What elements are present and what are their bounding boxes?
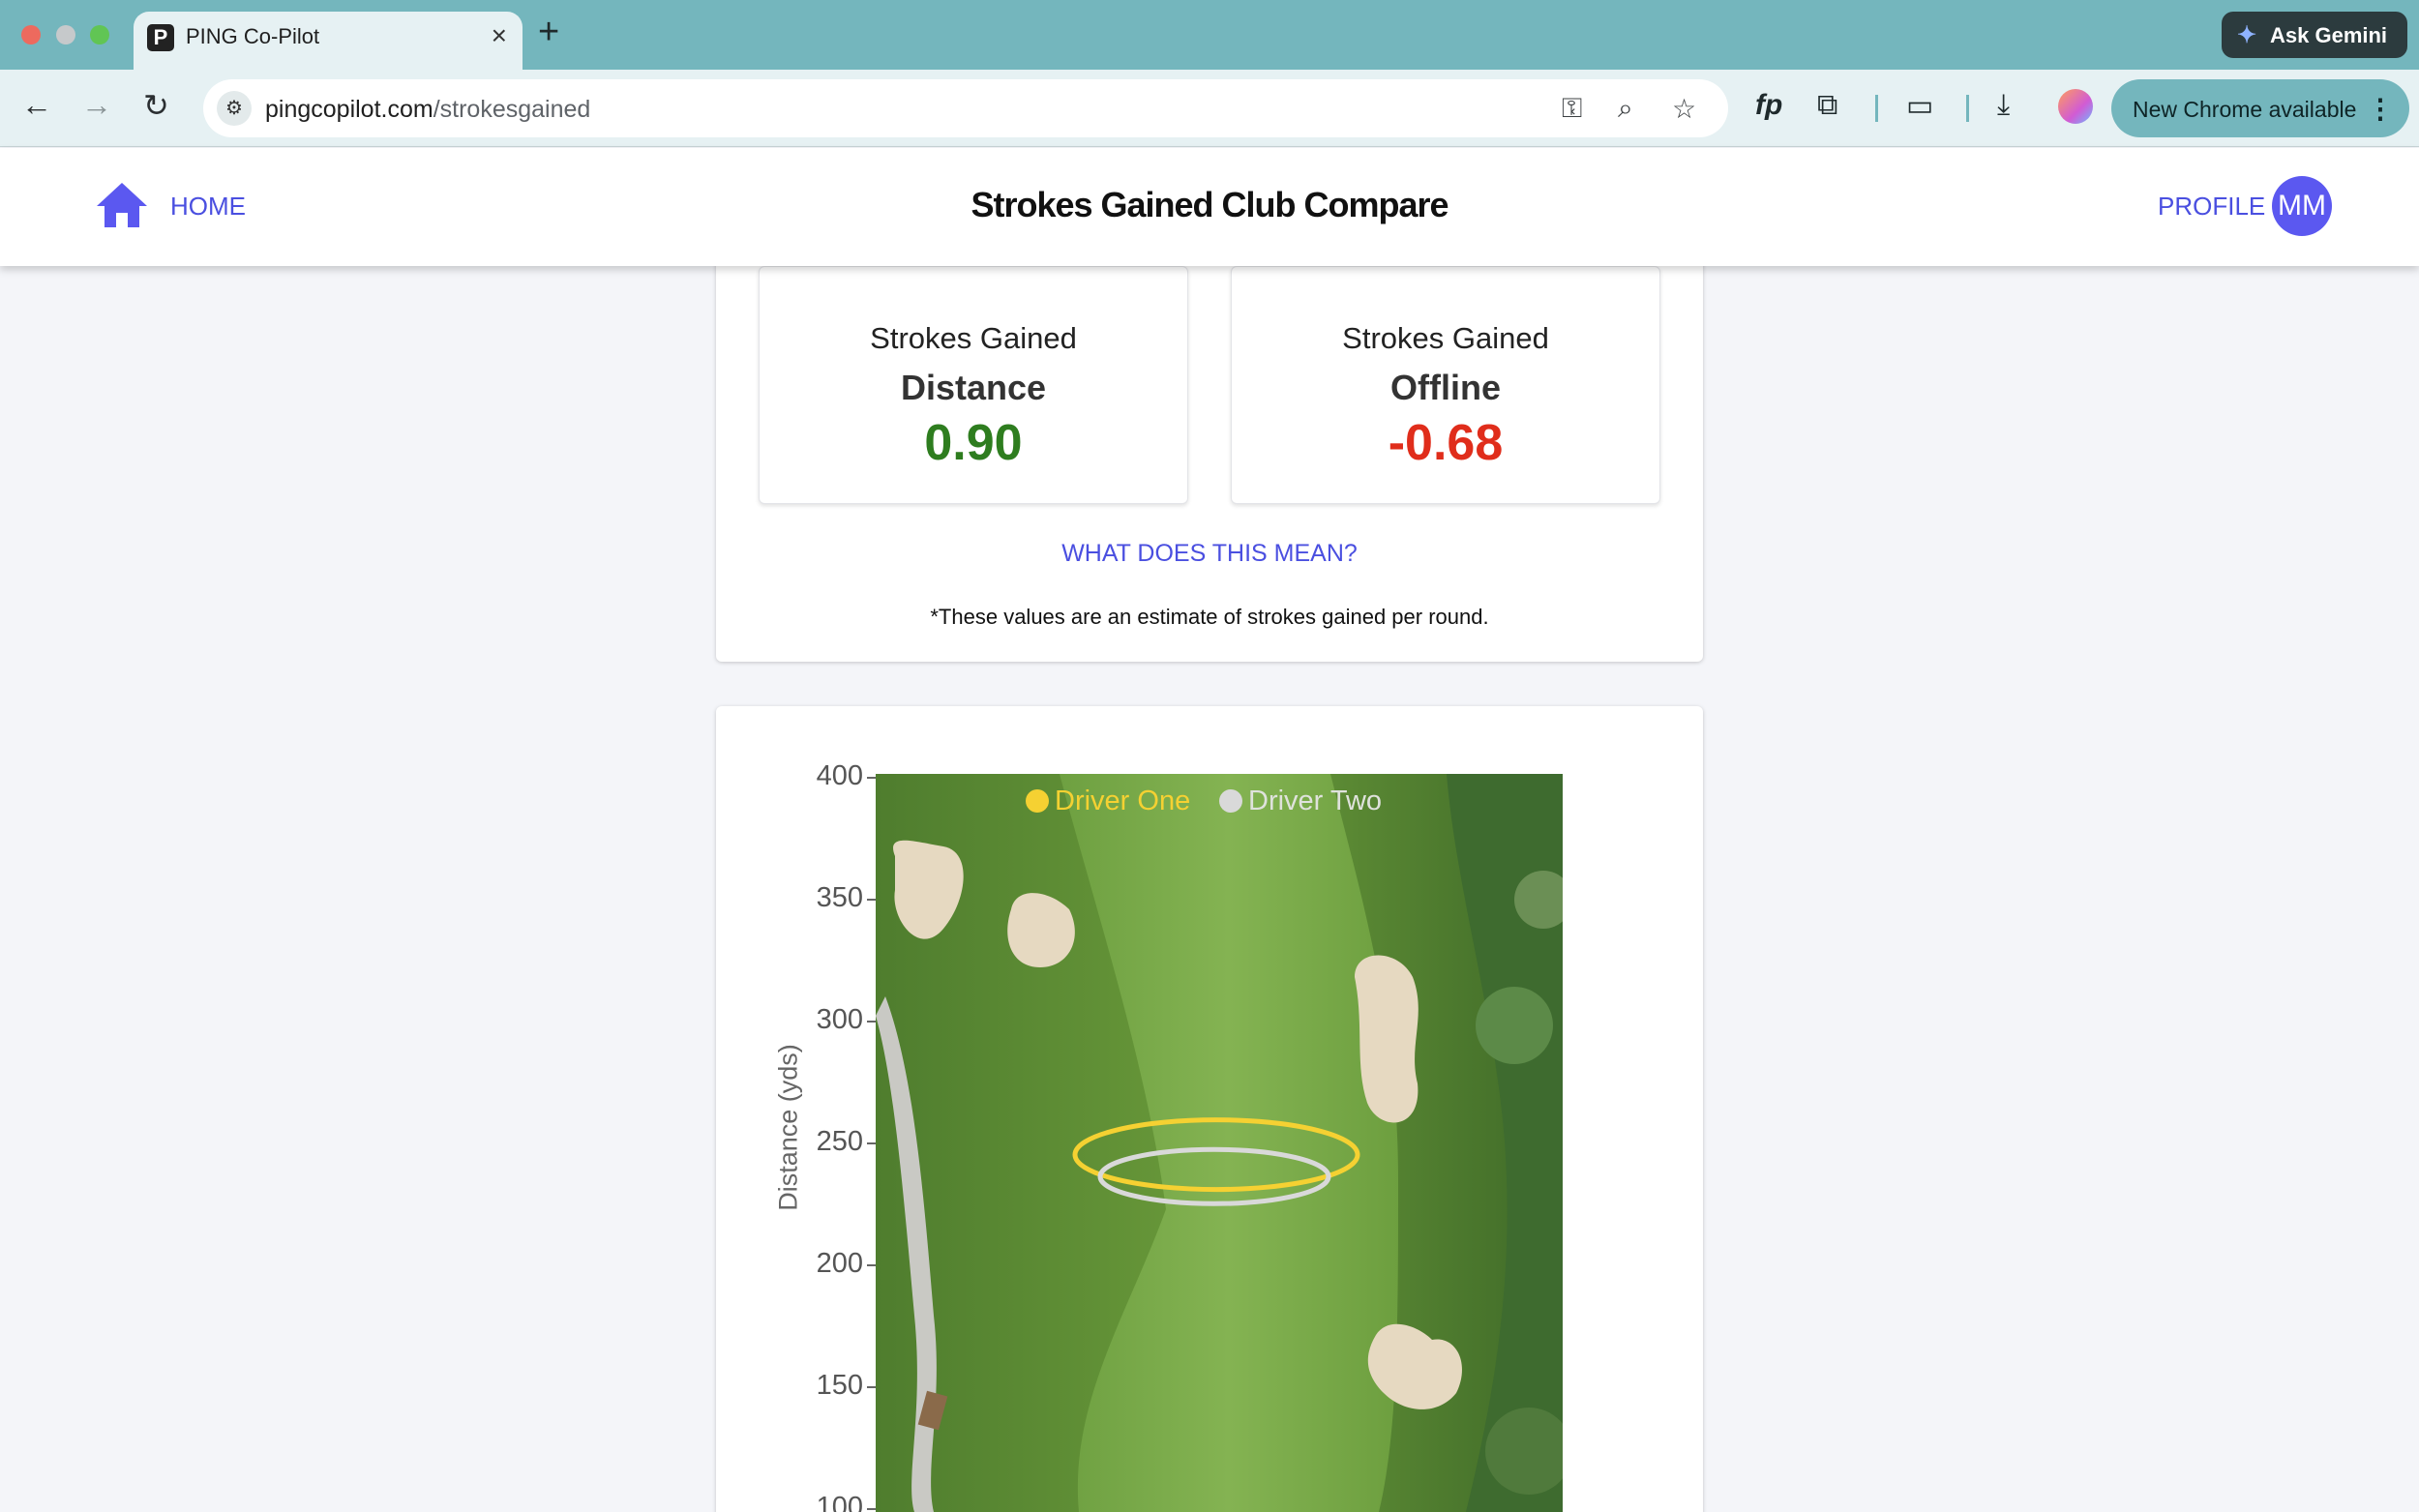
tab-title: PING Co-Pilot (186, 24, 320, 48)
y-tick-label: 100 (816, 1492, 863, 1512)
legend-dot-icon (1219, 789, 1242, 813)
tab-search-icon[interactable]: ▭ (1906, 89, 1933, 123)
page-title: Strokes Gained Club Compare (971, 185, 1448, 224)
password-key-icon[interactable]: ⚿ (1562, 93, 1582, 125)
ask-gemini-label: Ask Gemini (2270, 23, 2388, 47)
ping-favicon-icon: P (147, 24, 174, 51)
distance-stat-title: Strokes Gained (870, 321, 1077, 355)
minimize-window-button[interactable] (56, 25, 75, 44)
more-menu-icon[interactable]: ⋮ (2367, 93, 2394, 125)
zoom-icon[interactable]: ⌕ (1618, 93, 1633, 125)
legend-dot-icon (1026, 789, 1049, 813)
legend-driver-two[interactable]: Driver Two (1219, 786, 1382, 817)
fairway-aerial-image (876, 774, 1563, 1512)
address-bar[interactable]: ⚙ pingcopilot.com/strokesgained ⚿ ⌕ ☆ (203, 79, 1728, 137)
estimate-note: *These values are an estimate of strokes… (930, 605, 1489, 629)
dispersion-ellipse-2[interactable] (1097, 1146, 1331, 1206)
toolbar-divider (1875, 95, 1878, 122)
distance-stat-value: 0.90 (924, 415, 1023, 471)
offline-stat-value: -0.68 (1388, 415, 1504, 471)
url-text[interactable]: pingcopilot.com/strokesgained (265, 96, 590, 124)
browser-tab-strip: P PING Co-Pilot × + ✦ Ask Gemini (0, 0, 2419, 70)
offline-stat-subtitle: Offline (1390, 368, 1501, 407)
offline-stat-title: Strokes Gained (1342, 321, 1549, 355)
distance-stat-subtitle: Distance (900, 368, 1047, 407)
y-tick-label: 350 (816, 882, 863, 913)
ask-gemini-button[interactable]: ✦ Ask Gemini (2222, 12, 2407, 58)
what-does-this-mean-link[interactable]: WHAT DOES THIS MEAN? (716, 540, 1703, 568)
toolbar-divider (1966, 95, 1969, 122)
site-settings-icon[interactable]: ⚙ (217, 91, 252, 126)
new-chrome-available-button[interactable]: New Chrome available ⋮ (2111, 79, 2409, 137)
avatar[interactable]: MM (2272, 176, 2332, 236)
profile-link[interactable]: PROFILE (2158, 192, 2265, 222)
legend-label: Driver One (1055, 786, 1191, 816)
reload-icon[interactable]: ↻ (143, 87, 169, 124)
bookmark-star-icon[interactable]: ☆ (1672, 93, 1696, 125)
y-tick-label: 250 (816, 1126, 863, 1157)
tab-close-icon[interactable]: × (492, 20, 507, 51)
forward-arrow-icon[interactable]: → (81, 87, 112, 123)
dispersion-ellipse-1[interactable] (1072, 1117, 1360, 1193)
browser-toolbar: ← → ↻ ⚙ pingcopilot.com/strokesgained ⚿ … (0, 70, 2419, 147)
y-tick-label: 200 (816, 1248, 863, 1279)
y-tick-label: 150 (816, 1370, 863, 1401)
y-tick-label: 300 (816, 1004, 863, 1035)
maximize-window-button[interactable] (90, 25, 109, 44)
legend-driver-one[interactable]: Driver One (1026, 786, 1190, 817)
distance-stat-card: Strokes Gained Distance 0.90 (759, 266, 1188, 504)
new-tab-icon[interactable]: + (538, 12, 559, 53)
browser-tab[interactable]: P PING Co-Pilot × (134, 12, 523, 70)
download-icon[interactable]: ⤓ (1997, 89, 2010, 122)
offline-stat-card: Strokes Gained Offline -0.68 (1231, 266, 1660, 504)
y-tick-label: 400 (816, 760, 863, 791)
close-window-button[interactable] (21, 25, 41, 44)
gemini-sparkle-icon: ✦ (2237, 22, 2257, 48)
chrome-profile-avatar[interactable] (2058, 89, 2093, 124)
extensions-puzzle-icon[interactable]: ⧉ (1817, 89, 1837, 122)
update-label: New Chrome available (2133, 97, 2357, 122)
fp-extension-icon[interactable]: fp (1755, 89, 1782, 122)
back-arrow-icon[interactable]: ← (21, 87, 52, 123)
legend-label: Driver Two (1248, 786, 1383, 816)
app-header: HOME Strokes Gained Club Compare PROFILE… (0, 148, 2419, 266)
